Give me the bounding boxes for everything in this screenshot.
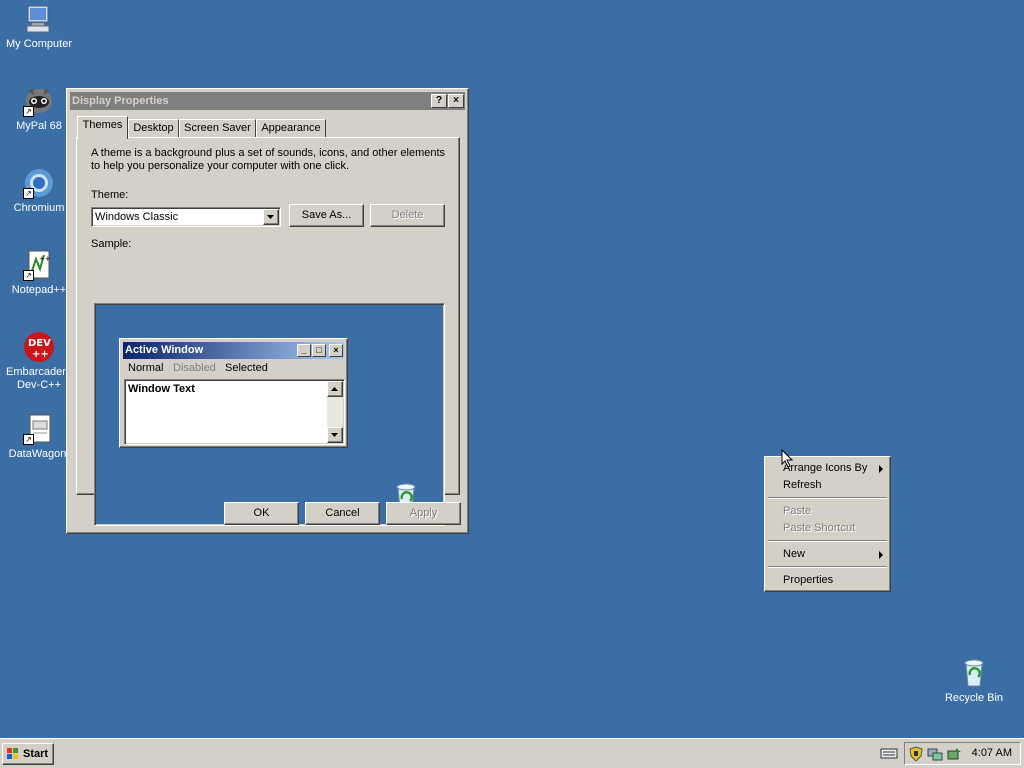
tab-themes[interactable]: Themes <box>77 116 128 139</box>
submenu-arrow-icon <box>879 551 883 559</box>
menu-item-properties[interactable]: Properties <box>783 574 833 586</box>
clock[interactable]: 4:07 AM <box>972 747 1012 759</box>
document-icon: ↗ <box>23 413 55 445</box>
svg-text:++: ++ <box>32 349 49 360</box>
svg-text:++: ++ <box>39 255 51 263</box>
shortcut-arrow-icon: ↗ <box>23 434 34 445</box>
desktop-icon-recycle-bin[interactable]: Recycle Bin <box>936 657 1012 705</box>
theme-description-line1: A theme is a background plus a set of so… <box>91 147 446 159</box>
sample-scrollbar <box>327 381 343 443</box>
recycle-bin-icon <box>958 657 990 689</box>
menu-separator <box>768 540 887 542</box>
menu-item-new[interactable]: New <box>783 548 805 560</box>
computer-icon <box>23 3 55 35</box>
menu-separator <box>768 497 887 499</box>
tab-desktop[interactable]: Desktop <box>128 119 179 138</box>
security-shield-icon[interactable] <box>908 746 924 762</box>
minimize-icon: _ <box>297 344 311 357</box>
tab-appearance[interactable]: Appearance <box>256 119 326 138</box>
theme-sample-preview: Active Window _ □ × Normal Disabled Sele… <box>94 303 445 526</box>
devcpp-icon: DEV ++ <box>23 331 55 363</box>
apply-button[interactable]: Apply <box>386 502 461 525</box>
save-as-button[interactable]: Save As... <box>289 204 364 227</box>
desktop-icon-label: My Computer <box>5 38 73 50</box>
svg-text:DEV: DEV <box>28 338 51 349</box>
theme-dropdown[interactable]: Windows Classic <box>91 207 281 227</box>
submenu-arrow-icon <box>879 465 883 473</box>
chevron-down-icon[interactable] <box>263 209 279 225</box>
close-icon: × <box>329 344 343 357</box>
sample-label: Sample: <box>91 238 132 250</box>
dialog-title: Display Properties <box>72 95 169 107</box>
sample-window-text-area: Window Text <box>124 379 345 445</box>
mouse-cursor-icon <box>781 448 794 468</box>
themes-tab-panel: A theme is a background plus a set of so… <box>76 137 460 526</box>
chromium-icon: ↗ <box>23 167 55 199</box>
help-button[interactable]: ? <box>431 94 447 108</box>
taskbar: Start 4:07 AM <box>0 738 1024 768</box>
safely-remove-icon[interactable] <box>946 746 962 762</box>
shortcut-arrow-icon: ↗ <box>23 270 34 281</box>
shortcut-arrow-icon: ↗ <box>23 188 34 199</box>
close-button[interactable]: × <box>448 94 464 108</box>
sample-window-title: Active Window <box>125 344 204 356</box>
sample-window-titlebar: Active Window _ □ × <box>123 342 344 359</box>
shortcut-arrow-icon: ↗ <box>23 106 34 117</box>
cancel-button[interactable]: Cancel <box>305 502 380 525</box>
theme-description-line2: to help you personalize your computer wi… <box>91 160 350 172</box>
display-properties-dialog: Display Properties ? × Themes Desktop Sc… <box>66 88 469 534</box>
start-button[interactable]: Start <box>2 743 54 765</box>
sample-menu-selected: Selected <box>225 362 268 374</box>
sample-menu-normal: Normal <box>128 362 164 374</box>
start-label: Start <box>23 748 49 760</box>
scroll-down-arrow-icon <box>327 427 343 443</box>
menu-item-arrange-icons-by[interactable]: Arrange Icons By <box>783 462 867 474</box>
delete-button[interactable]: Delete <box>370 204 445 227</box>
sample-active-window: Active Window _ □ × Normal Disabled Sele… <box>119 338 348 448</box>
system-tray: 4:07 AM <box>904 742 1021 765</box>
scroll-up-arrow-icon <box>327 381 343 397</box>
menu-item-refresh[interactable]: Refresh <box>783 479 822 491</box>
theme-label: Theme: <box>91 189 129 201</box>
maximize-icon: □ <box>312 344 326 357</box>
menu-separator <box>768 566 887 568</box>
menu-item-paste-shortcut[interactable]: Paste Shortcut <box>783 522 855 534</box>
sample-menu-disabled: Disabled <box>173 362 216 374</box>
desktop-icon-my-computer[interactable]: My Computer <box>1 3 77 51</box>
network-icon[interactable] <box>927 746 943 762</box>
raccoon-browser-icon: ↗ <box>23 85 55 117</box>
tab-screen-saver[interactable]: Screen Saver <box>179 119 256 138</box>
windows-logo-icon <box>6 747 20 761</box>
desktop-context-menu: Arrange Icons By Refresh Paste Paste Sho… <box>764 456 891 592</box>
menu-item-paste[interactable]: Paste <box>783 505 811 517</box>
desktop-icon-label: Recycle Bin <box>944 692 1004 704</box>
keyboard-icon[interactable] <box>880 746 898 760</box>
sample-window-text: Window Text <box>128 383 195 395</box>
dialog-titlebar[interactable]: Display Properties ? × <box>70 92 465 110</box>
ok-button[interactable]: OK <box>224 502 299 525</box>
desktop-icon-label: Embarcadero Dev-C++ <box>6 366 73 391</box>
theme-dropdown-value: Windows Classic <box>95 211 179 223</box>
notepad-plus-icon: ++ ↗ <box>23 249 55 281</box>
